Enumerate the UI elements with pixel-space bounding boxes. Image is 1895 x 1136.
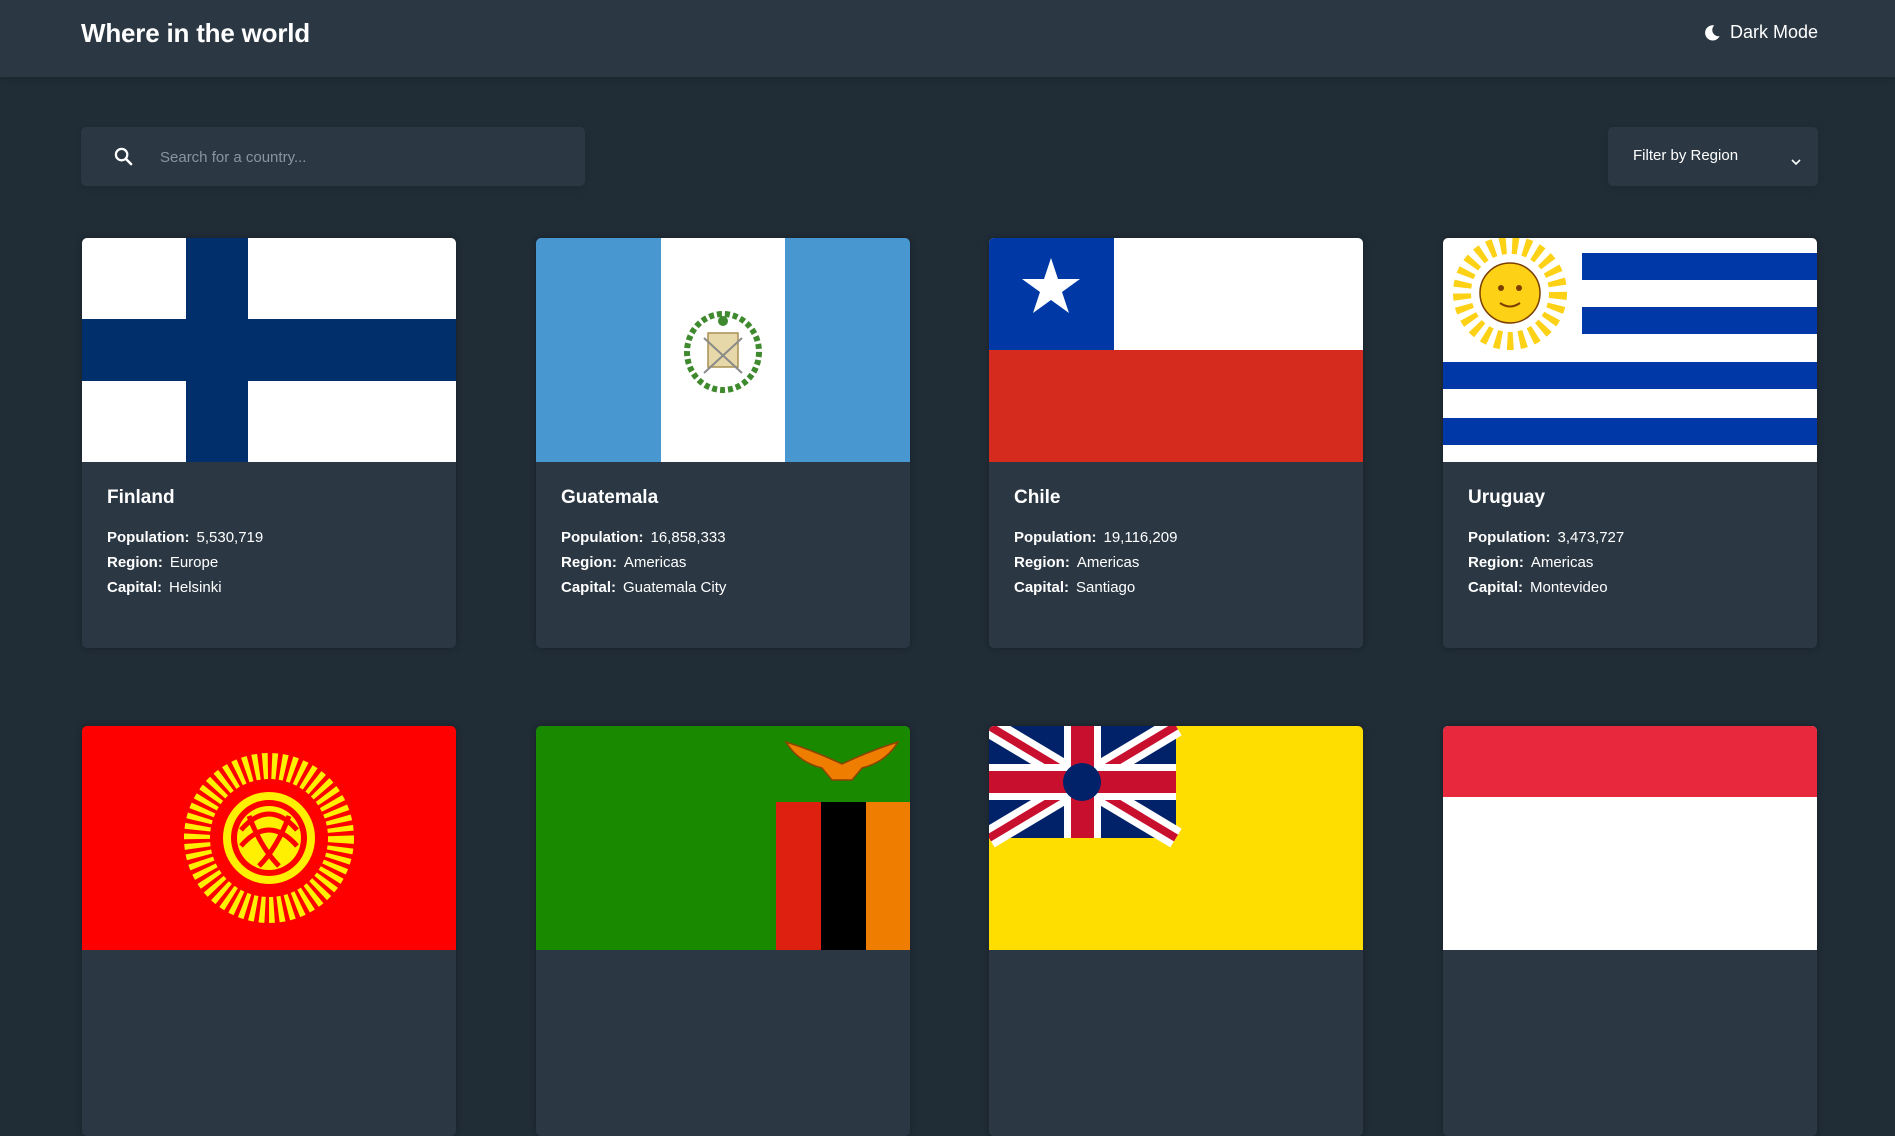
country-name: Finland: [107, 487, 175, 508]
dark-mode-label: Dark Mode: [1729, 22, 1818, 42]
search-box[interactable]: [81, 127, 585, 188]
country-card-zambia[interactable]: [536, 726, 910, 1136]
zambia-flag: [536, 726, 910, 950]
country-card-guatemala[interactable]: Guatemala Population: 16,858,333 Region: A…: [536, 238, 910, 648]
country-card-uruguay[interactable]: Uruguay Population: 3,473,727 Region: Amer…: [1443, 238, 1817, 648]
guatemala-flag: [536, 238, 910, 462]
kyrgyzstan-flag: [82, 726, 456, 950]
region-row: Region: Americas: [1014, 554, 1140, 571]
search-input[interactable]: [158, 127, 572, 188]
country-card-finland[interactable]: Finland Population: 5,530,719 Region: Euro…: [82, 238, 456, 648]
capital-row: Capital: Guatemala City: [561, 579, 727, 596]
population-row: Population: 5,530,719: [107, 529, 264, 546]
region-row: Region: Americas: [1468, 554, 1594, 571]
country-name: Uruguay: [1468, 487, 1546, 508]
region-row: Region: Europe: [107, 554, 219, 571]
capital-row: Capital: Montevideo: [1468, 579, 1608, 596]
region-filter-dropdown[interactable]: Filter by Region: [1608, 127, 1818, 186]
country-card-kyrgyzstan[interactable]: [82, 726, 456, 1136]
top-bar: Where in the world Dark Mode: [0, 0, 1895, 77]
country-card-indonesia[interactable]: [1443, 726, 1817, 1136]
capital-row: Capital: Helsinki: [107, 579, 222, 596]
finland-flag: [82, 238, 456, 462]
country-card-niue[interactable]: [989, 726, 1363, 1136]
region-row: Region: Americas: [561, 554, 687, 571]
population-row: Population: 3,473,727: [1468, 529, 1625, 546]
country-card-chile[interactable]: Chile Population: 19,116,209 Region: Ameri…: [989, 238, 1363, 648]
chevron-down-icon: [1791, 153, 1801, 166]
uruguay-flag: [1443, 238, 1817, 462]
population-row: Population: 16,858,333: [561, 529, 726, 546]
indonesia-flag: [1443, 726, 1817, 950]
search-icon: [114, 147, 133, 166]
chile-flag: [989, 238, 1363, 462]
country-name: Guatemala: [561, 487, 659, 508]
moon-icon: [1703, 24, 1721, 42]
dark-mode-toggle[interactable]: Dark Mode: [1703, 22, 1818, 43]
population-row: Population: 19,116,209: [1014, 529, 1178, 546]
niue-flag: [989, 726, 1363, 950]
capital-row: Capital: Santiago: [1014, 579, 1136, 596]
app-title: Where in the world: [81, 18, 310, 48]
region-filter-label: Filter by Region: [1633, 147, 1739, 164]
country-name: Chile: [1014, 487, 1061, 508]
